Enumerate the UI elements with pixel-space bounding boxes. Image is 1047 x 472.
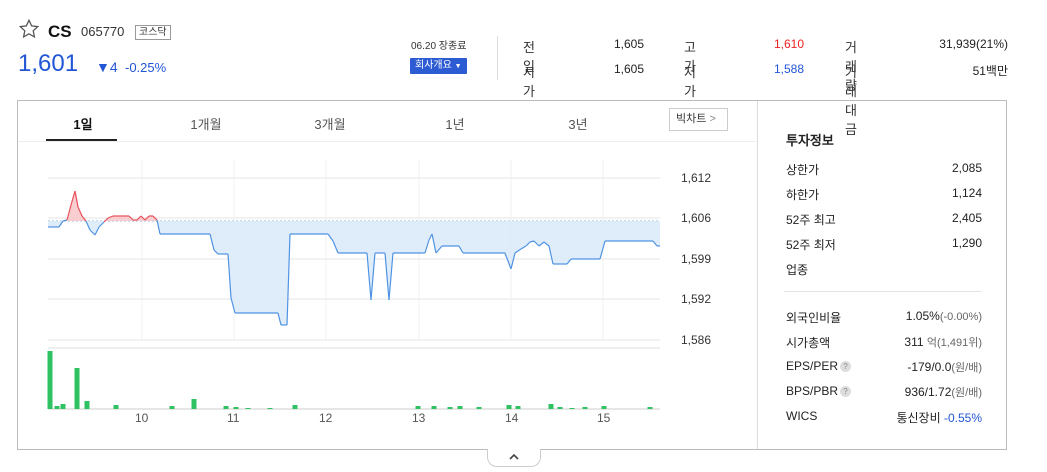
volume-bar — [431, 406, 437, 409]
volume-bar — [191, 399, 197, 409]
market-cap-label: 시가총액 — [786, 336, 831, 350]
invest-label: 52주 최저 — [786, 238, 836, 252]
invest-value: 1,290 — [951, 236, 982, 250]
wics-value[interactable]: 통신장비 -0.55% — [860, 409, 982, 426]
x-tick-label: 15 — [597, 411, 611, 425]
collapse-button[interactable] — [487, 449, 541, 467]
volume-bar — [557, 407, 563, 409]
volume-bar — [74, 368, 80, 409]
invest-value: 2,085 — [951, 161, 982, 175]
volume-bar — [267, 408, 273, 409]
foreign-ratio-label: 외국인비율 — [786, 311, 842, 325]
volume-bar — [415, 406, 421, 409]
y-tick-label: 1,586 — [681, 333, 712, 347]
volume-bar — [292, 405, 298, 409]
volume-bar — [582, 407, 588, 409]
volume-bar — [47, 351, 53, 409]
invest-divider — [784, 291, 982, 292]
y-tick-label: 1,612 — [681, 171, 712, 185]
volume-bar — [233, 407, 239, 409]
volume-bar — [54, 406, 60, 409]
volume-bar — [647, 407, 653, 409]
invest-label: 상한가 — [786, 163, 820, 177]
volume-bar — [447, 407, 453, 409]
invest-label: 52주 최고 — [786, 213, 836, 227]
wics-label: WICS — [786, 409, 818, 423]
x-tick-label: 12 — [319, 411, 333, 425]
volume-bar — [113, 405, 119, 409]
x-tick-label: 11 — [227, 411, 240, 425]
y-tick-label: 1,592 — [681, 292, 712, 306]
volume-bar — [223, 406, 229, 409]
invest-value: 2,405 — [951, 211, 982, 225]
volume-bar — [515, 406, 521, 409]
y-tick-label: 1,606 — [681, 211, 712, 225]
x-tick-label: 14 — [505, 411, 519, 425]
chevron-up-icon — [509, 453, 519, 460]
foreign-ratio-value: 1.05%(-0.00%) — [905, 309, 982, 323]
invest-label: 하한가 — [786, 188, 820, 202]
volume-bar — [84, 401, 90, 409]
invest-value: 1,124 — [951, 186, 982, 200]
x-tick-label: 10 — [135, 411, 149, 425]
market-cap-value: 311 억(1,491위) — [904, 335, 982, 349]
volume-bar — [457, 406, 463, 409]
volume-bar — [506, 405, 512, 409]
volume-bar — [60, 404, 66, 409]
bps-pbr-value: 936/1.72(원/배) — [904, 385, 982, 399]
volume-bar — [569, 408, 575, 409]
help-icon[interactable]: ? — [840, 361, 852, 372]
price-chart — [47, 160, 660, 410]
volume-bar — [169, 406, 175, 409]
volume-bar — [245, 408, 251, 409]
price-area-down — [48, 221, 660, 325]
x-tick-label: 13 — [412, 411, 426, 425]
invest-title: 투자정보 — [786, 133, 834, 148]
eps-per-value: -179/0.0(원/배) — [907, 360, 982, 374]
invest-label: 업종 — [786, 263, 809, 277]
volume-bar — [548, 404, 554, 409]
help-icon[interactable]: ? — [840, 386, 852, 397]
bps-pbr-label: BPS/PBR? — [786, 384, 852, 398]
y-tick-label: 1,599 — [681, 252, 712, 266]
eps-per-label: EPS/PER? — [786, 359, 852, 373]
volume-bar — [601, 406, 607, 409]
volume-bar — [476, 407, 482, 409]
